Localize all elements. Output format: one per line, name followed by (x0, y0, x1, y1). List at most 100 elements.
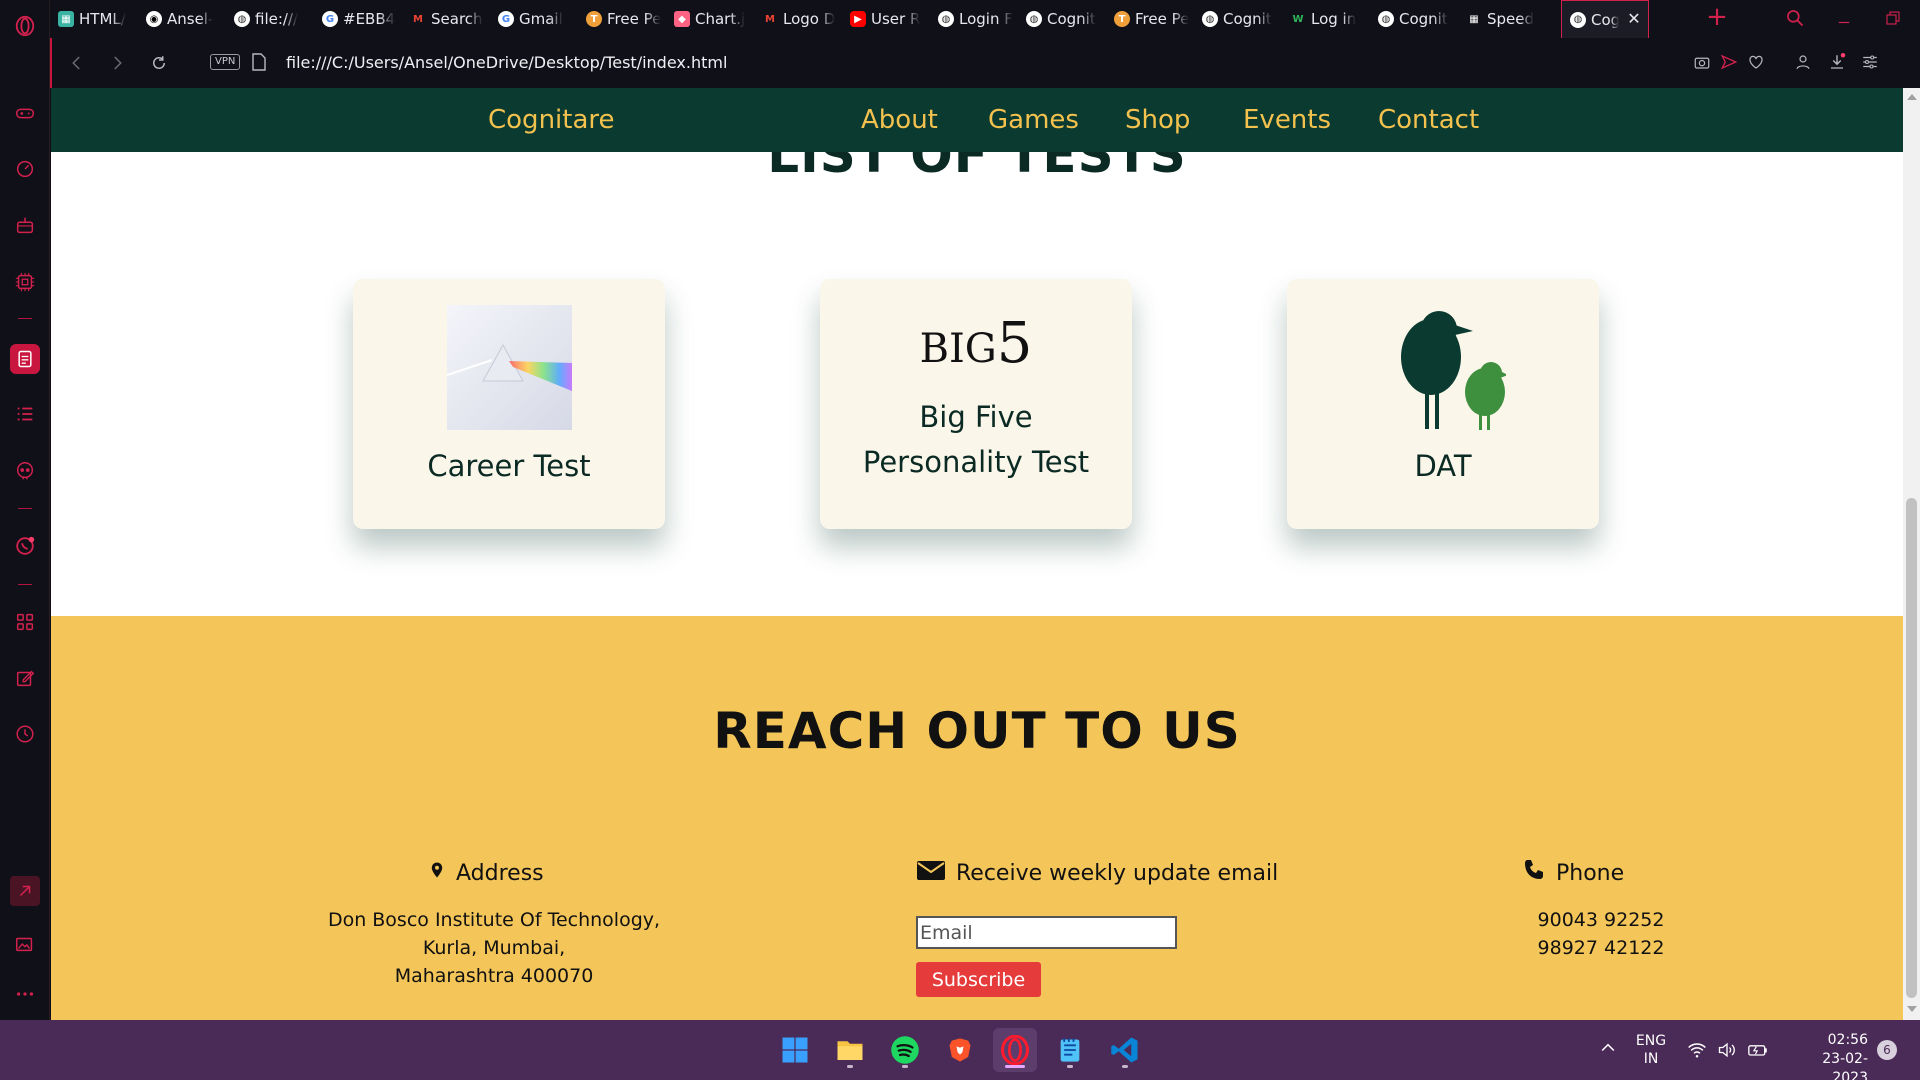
gmail-icon: M (413, 13, 423, 25)
opera-logo-icon[interactable] (13, 14, 37, 38)
birds-icon (1381, 305, 1508, 430)
camera-icon[interactable] (1692, 52, 1712, 72)
cpu-icon[interactable] (13, 270, 37, 294)
gmail-icon: M (765, 13, 775, 25)
tab-active[interactable]: ◍ Cog ✕ (1561, 0, 1649, 38)
whatsapp-icon[interactable] (13, 534, 37, 558)
gallery-icon[interactable] (13, 932, 37, 956)
tab[interactable]: ◆ Chart.j (666, 6, 749, 32)
history-clock-icon[interactable] (13, 722, 37, 746)
tab[interactable]: ▦ Speed (1458, 6, 1541, 32)
phone-heading: Phone (1522, 858, 1624, 888)
nav-link-games[interactable]: Games (988, 88, 1079, 152)
browser-sidebar (0, 0, 50, 1020)
running-indicator (1122, 1065, 1128, 1068)
notes-icon[interactable] (10, 344, 40, 374)
w-icon: W (1292, 13, 1304, 25)
scroll-thumb[interactable] (1906, 498, 1917, 998)
send-icon[interactable] (1719, 52, 1739, 72)
tab[interactable]: T Free Pe (578, 6, 661, 32)
notepad-icon[interactable] (1048, 1028, 1092, 1072)
page-scrollbar[interactable] (1903, 88, 1920, 1020)
tab[interactable]: ◍ Cognit (1370, 6, 1453, 32)
new-tab-plus-icon[interactable]: + (1705, 4, 1729, 30)
opera-icon[interactable] (993, 1028, 1037, 1072)
gamepad-icon[interactable] (13, 101, 37, 125)
more-options-icon[interactable] (13, 982, 37, 1006)
vscode-icon[interactable] (1103, 1028, 1147, 1072)
nav-link-events[interactable]: Events (1243, 88, 1331, 152)
easy-setup-icon[interactable] (1860, 52, 1880, 72)
url-field[interactable]: file:///C:/Users/Ansel/OneDrive/Desktop/… (286, 50, 1186, 76)
brave-icon[interactable] (938, 1028, 982, 1072)
test-card-career[interactable]: Career Test (353, 279, 665, 529)
back-arrow-icon[interactable] (66, 52, 88, 74)
notification-count-badge[interactable]: 6 (1877, 1040, 1897, 1060)
tab[interactable]: G Gmail (490, 6, 573, 32)
volume-icon[interactable] (1716, 1040, 1738, 1064)
robot-icon[interactable] (13, 213, 37, 237)
tab[interactable]: ◍ Login F (930, 6, 1013, 32)
pin-icon[interactable] (10, 876, 40, 906)
email-input[interactable] (916, 916, 1177, 949)
tab[interactable]: ◉ Ansel- (138, 6, 221, 32)
subscribe-button[interactable]: Subscribe (916, 962, 1041, 997)
edit-icon[interactable] (13, 666, 37, 690)
windows-start-icon[interactable] (773, 1028, 817, 1072)
globe-icon: ◍ (1378, 11, 1394, 27)
nav-link-about[interactable]: About (861, 88, 938, 152)
prism-icon (446, 305, 572, 430)
phone-numbers: 90043 92252 98927 42122 (1537, 909, 1665, 959)
reach-out-heading: REACH OUT TO US (713, 702, 1241, 760)
minimize-icon[interactable] (1832, 6, 1856, 30)
tab[interactable]: ◍ Cognit (1018, 6, 1101, 32)
address-bar: VPN file:///C:/Users/Ansel/OneDrive/Desk… (50, 38, 1920, 88)
restore-icon[interactable] (1881, 6, 1905, 30)
close-tab-icon[interactable]: ✕ (1626, 11, 1642, 27)
tab[interactable]: ◍ file:/// (226, 6, 309, 32)
file-explorer-icon[interactable] (828, 1028, 872, 1072)
site-navbar: Cognitare About Games Shop Events Contac… (51, 88, 1903, 152)
spotify-icon[interactable] (883, 1028, 927, 1072)
test-card-title: Big Five Personality Test (862, 400, 1090, 479)
nav-link-shop[interactable]: Shop (1125, 88, 1190, 152)
skull-icon[interactable] (13, 459, 37, 483)
site-brand-link[interactable]: Cognitare (488, 88, 615, 152)
address-text: Don Bosco Institute Of Technology, Kurla… (327, 909, 661, 987)
clock[interactable]: 02:56 23-02-2023 (1790, 1031, 1868, 1080)
running-indicator (1067, 1065, 1073, 1068)
speedometer-icon[interactable] (13, 157, 37, 181)
google-icon: G (322, 11, 338, 27)
tab[interactable]: M Search (402, 6, 485, 32)
tab[interactable]: ▦ HTML/ (50, 6, 133, 32)
profile-icon[interactable] (1793, 52, 1813, 72)
vpn-badge[interactable]: VPN (210, 54, 241, 70)
list-icon[interactable] (13, 402, 37, 426)
tab[interactable]: G #EBB4 (314, 6, 397, 32)
sidebar-separator (18, 508, 32, 509)
running-indicator (847, 1065, 853, 1068)
nav-link-contact[interactable]: Contact (1378, 88, 1479, 152)
tab[interactable]: M Logo D (754, 6, 837, 32)
download-icon[interactable] (1827, 52, 1847, 72)
language-indicator[interactable]: ENG IN (1634, 1032, 1668, 1068)
tab[interactable]: W Log in (1282, 6, 1365, 32)
scroll-up-arrow-icon[interactable] (1907, 94, 1917, 100)
apps-grid-icon[interactable] (13, 610, 37, 634)
github-icon: ◉ (146, 11, 162, 27)
grid-icon: ▦ (58, 11, 74, 27)
reload-icon[interactable] (148, 52, 170, 74)
search-tabs-icon[interactable] (1785, 8, 1805, 28)
scroll-down-arrow-icon[interactable] (1907, 1006, 1917, 1012)
forward-arrow-icon[interactable] (106, 52, 128, 74)
test-card-dat[interactable]: DAT (1287, 279, 1599, 529)
globe-icon: ◍ (1570, 11, 1586, 28)
tab[interactable]: ▶ User R (842, 6, 925, 32)
heart-icon[interactable] (1746, 52, 1766, 72)
show-hidden-icons-chevron-icon[interactable] (1598, 1038, 1618, 1062)
test-card-big-five[interactable]: BIG 5 Big Five Personality Test (820, 279, 1132, 529)
tab[interactable]: ◍ Cognit (1194, 6, 1277, 32)
battery-icon[interactable] (1746, 1040, 1770, 1064)
wifi-icon[interactable] (1686, 1040, 1708, 1064)
tab[interactable]: T Free Pe (1106, 6, 1189, 32)
